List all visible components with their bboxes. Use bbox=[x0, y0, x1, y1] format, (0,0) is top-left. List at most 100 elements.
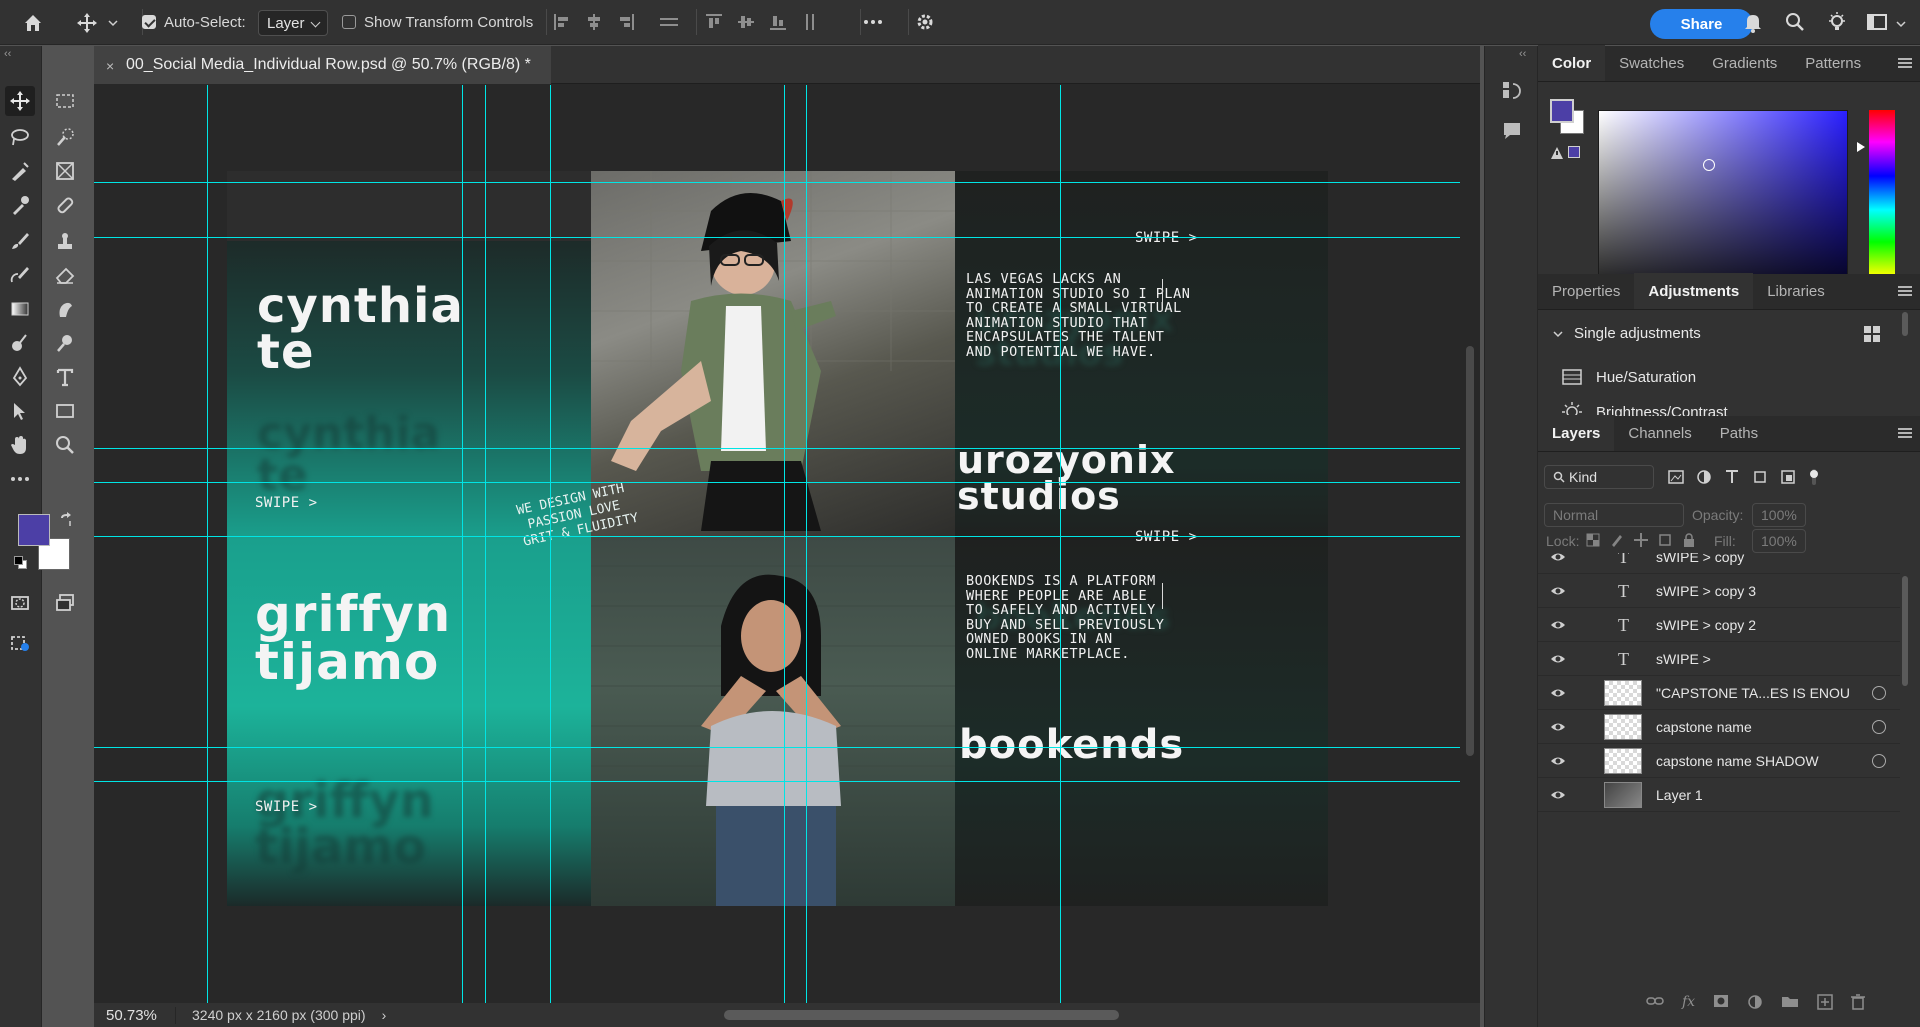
new-adjustment-icon[interactable] bbox=[1747, 994, 1763, 1015]
eye-icon[interactable] bbox=[1550, 617, 1566, 633]
canvas[interactable]: cynthia te griffyn tijamo cynthia te SWIPE … bbox=[94, 85, 1460, 1003]
guide-horizontal[interactable] bbox=[94, 781, 1460, 782]
align-bottom-icon[interactable] bbox=[768, 12, 788, 36]
single-adjustments-header[interactable]: Single adjustments bbox=[1552, 325, 1701, 342]
fx-icon[interactable]: fx bbox=[1682, 994, 1695, 1015]
lock-transparent-icon[interactable] bbox=[1586, 533, 1600, 552]
guide-horizontal[interactable] bbox=[94, 536, 1460, 537]
hue-pointer-icon[interactable] bbox=[1856, 140, 1866, 158]
adjustments-scrollbar[interactable] bbox=[1902, 312, 1908, 336]
lightbulb-icon[interactable] bbox=[1826, 11, 1848, 37]
eraser-tool-icon[interactable] bbox=[50, 260, 80, 290]
home-icon[interactable] bbox=[18, 8, 48, 38]
lock-artboard-icon[interactable] bbox=[1658, 533, 1672, 552]
eye-icon[interactable] bbox=[1550, 583, 1566, 599]
horizontal-scrollbar[interactable] bbox=[724, 1010, 1119, 1020]
gamut-warning-icon[interactable] bbox=[1550, 146, 1564, 165]
panel-menu-icon[interactable] bbox=[1898, 286, 1912, 296]
more-tools-icon[interactable] bbox=[5, 464, 35, 494]
share-button[interactable]: Share bbox=[1650, 9, 1753, 39]
brush-tool-icon[interactable] bbox=[5, 226, 35, 256]
guide-horizontal[interactable] bbox=[94, 182, 1460, 183]
hue-saturation-item[interactable]: Hue/Saturation bbox=[1562, 368, 1696, 386]
smart-filter-link-icon[interactable] bbox=[1872, 720, 1886, 734]
tab-channels[interactable]: Channels bbox=[1614, 415, 1705, 451]
zoom-level[interactable]: 50.73% bbox=[94, 1006, 176, 1024]
smart-filter-link-icon[interactable] bbox=[1872, 686, 1886, 700]
collapse-arrows-icon[interactable]: ‹‹ bbox=[4, 48, 11, 60]
tab-layers[interactable]: Layers bbox=[1538, 415, 1615, 451]
trash-icon[interactable] bbox=[1851, 994, 1866, 1015]
chevron-down-icon[interactable] bbox=[106, 8, 120, 38]
tab-adjustments[interactable]: Adjustments bbox=[1634, 273, 1754, 309]
align-left-icon[interactable] bbox=[552, 12, 572, 36]
type-tool-icon[interactable] bbox=[50, 362, 80, 392]
default-colors-icon[interactable] bbox=[14, 556, 28, 570]
history-brush-tool-icon[interactable] bbox=[5, 260, 35, 290]
new-layer-icon[interactable] bbox=[1817, 994, 1833, 1015]
tab-properties[interactable]: Properties bbox=[1538, 273, 1634, 309]
eye-icon[interactable] bbox=[1550, 753, 1566, 769]
status-menu-chevron-icon[interactable]: › bbox=[382, 1007, 387, 1023]
eye-icon[interactable] bbox=[1550, 719, 1566, 735]
rectangle-tool-icon[interactable] bbox=[50, 396, 80, 426]
new-group-icon[interactable] bbox=[1781, 994, 1799, 1015]
layer-row[interactable]: TsWIPE > copy 3 bbox=[1538, 574, 1900, 608]
screen-mode-icon[interactable] bbox=[50, 588, 80, 618]
bell-icon[interactable] bbox=[1742, 11, 1764, 37]
color-picker-cursor[interactable] bbox=[1703, 159, 1715, 171]
move-tool-icon[interactable] bbox=[5, 86, 35, 116]
filter-pixel-icon[interactable] bbox=[1668, 469, 1684, 490]
filter-adjustment-icon[interactable] bbox=[1696, 469, 1712, 490]
layer-row[interactable]: TsWIPE > copy 2 bbox=[1538, 608, 1900, 642]
layer-filter-dropdown[interactable]: Kind bbox=[1544, 465, 1654, 489]
distribute-horizontal-icon[interactable] bbox=[658, 12, 680, 36]
eye-icon[interactable] bbox=[1550, 787, 1566, 803]
align-center-icon[interactable] bbox=[584, 12, 604, 36]
filter-smart-object-icon[interactable] bbox=[1780, 469, 1796, 490]
search-icon[interactable] bbox=[1784, 11, 1806, 37]
layer-row[interactable]: TsWIPE > bbox=[1538, 642, 1900, 676]
panel-menu-icon[interactable] bbox=[1898, 58, 1912, 68]
smart-filter-link-icon[interactable] bbox=[1872, 754, 1886, 768]
close-icon[interactable]: × bbox=[106, 58, 114, 74]
tab-patterns[interactable]: Patterns bbox=[1791, 45, 1875, 81]
align-top-icon[interactable] bbox=[704, 12, 724, 36]
tab-libraries[interactable]: Libraries bbox=[1753, 273, 1839, 309]
guide-vertical[interactable] bbox=[462, 85, 463, 1003]
tab-paths[interactable]: Paths bbox=[1706, 415, 1772, 451]
guide-vertical[interactable] bbox=[550, 85, 551, 1003]
eye-icon[interactable] bbox=[1550, 553, 1566, 565]
filter-shape-icon[interactable] bbox=[1752, 469, 1768, 490]
show-transform-checkbox[interactable]: Show Transform Controls bbox=[342, 7, 533, 37]
comments-icon[interactable] bbox=[1501, 120, 1523, 147]
align-right-icon[interactable] bbox=[616, 12, 636, 36]
guide-vertical[interactable] bbox=[1060, 85, 1061, 1003]
marquee-tool-icon[interactable] bbox=[50, 86, 80, 116]
layer-row[interactable]: "CAPSTONE TA...ES IS ENOU bbox=[1538, 676, 1900, 710]
tab-color[interactable]: Color bbox=[1538, 45, 1606, 81]
web-safe-color-chip[interactable] bbox=[1568, 146, 1580, 158]
quick-mask-icon[interactable] bbox=[5, 588, 35, 618]
guide-horizontal[interactable] bbox=[94, 482, 1460, 483]
link-layers-icon[interactable] bbox=[1646, 994, 1664, 1015]
smudge-tool-icon[interactable] bbox=[50, 294, 80, 324]
eyedropper-tool-icon[interactable] bbox=[5, 190, 35, 220]
align-middle-icon[interactable] bbox=[736, 12, 756, 36]
layers-scrollbar[interactable] bbox=[1902, 576, 1908, 686]
auto-select-checkbox[interactable]: Auto-Select: bbox=[142, 7, 246, 37]
collapse-arrows-icon[interactable]: ‹‹ bbox=[1519, 48, 1526, 60]
layer-row[interactable]: TsWIPE > copy bbox=[1538, 553, 1900, 574]
stamp-tool-icon[interactable] bbox=[50, 226, 80, 256]
healing-brush-tool-icon[interactable] bbox=[50, 190, 80, 220]
history-icon[interactable] bbox=[1501, 80, 1523, 107]
panel-menu-icon[interactable] bbox=[1898, 428, 1912, 438]
crop-frame-tool-icon[interactable] bbox=[50, 156, 80, 186]
path-select-tool-icon[interactable] bbox=[5, 396, 35, 426]
lock-all-icon[interactable] bbox=[1682, 533, 1696, 552]
lock-position-icon[interactable] bbox=[1634, 533, 1648, 552]
workspace-icon[interactable] bbox=[1866, 12, 1888, 36]
dodge-tool-icon[interactable] bbox=[5, 328, 35, 358]
zoom-tool-icon[interactable] bbox=[50, 430, 80, 460]
more-options-icon[interactable] bbox=[862, 12, 884, 36]
